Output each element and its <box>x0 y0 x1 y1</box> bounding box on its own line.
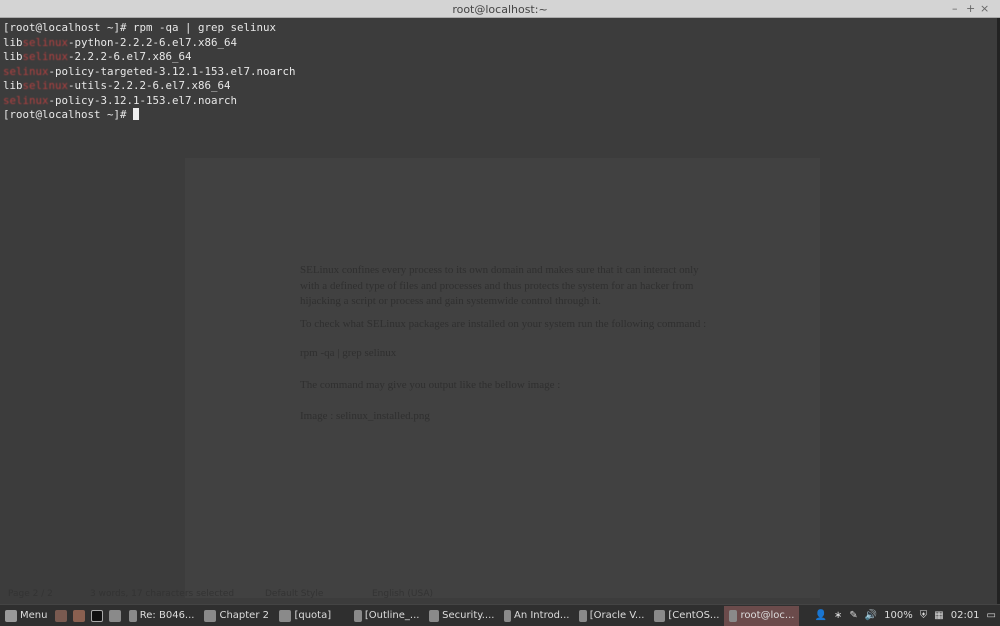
network-icon[interactable]: ▦ <box>934 610 943 621</box>
terminal-line: libselinux-utils-2.2.2-6.el7.x86_64 <box>3 79 296 94</box>
task-app-icon <box>429 609 440 622</box>
browser-launcher-icon[interactable] <box>73 609 86 622</box>
line-text: -policy-3.12.1-153.el7.noarch <box>48 93 238 107</box>
line-text: -policy-targeted-3.12.1-153.el7.noarch <box>48 64 296 78</box>
terminal-launcher-icon[interactable] <box>91 609 104 622</box>
task-app-icon <box>204 609 217 622</box>
show-desktop-icon[interactable] <box>55 609 68 622</box>
redacted-text: selinux <box>22 50 69 63</box>
line-text: -utils-2.2.2-6.el7.x86_64 <box>68 79 231 92</box>
taskbar-task[interactable]: [Oracle V... <box>574 606 649 626</box>
taskbar-task[interactable]: An Introd... <box>499 606 574 626</box>
task-app-icon <box>129 609 137 622</box>
taskbar-task[interactable]: Re: B046... <box>124 606 199 626</box>
terminal-prompt-line: [root@localhost ~]# <box>3 108 296 123</box>
doc-status-style: Default Style <box>265 589 324 599</box>
task-app-icon <box>504 609 511 622</box>
taskbar-task[interactable]: Security.... <box>424 606 499 626</box>
shield-icon[interactable]: ⛨ <box>920 610 928 621</box>
prompt: [root@localhost ~]# <box>3 108 134 121</box>
background-document-text: SELinux confines every process to its ow… <box>300 263 715 432</box>
system-tray: 👤 ∗ ✎ 🔊 100% ⛨ ▦ 02:01 ▭ <box>814 610 1000 621</box>
terminal-line: libselinux-2.2.2-6.el7.x86_64 <box>3 50 296 65</box>
window-title: root@localhost:~ <box>452 3 548 16</box>
task-app-icon <box>354 609 362 622</box>
line-text: -python-2.2.2-6.el7.x86_64 <box>68 35 238 49</box>
task-label: Chapter 2 <box>219 610 269 621</box>
doc-paragraph: The command may give you output like the… <box>300 378 561 391</box>
doc-paragraph: rpm -qa | grep selinux <box>300 347 397 359</box>
close-button[interactable]: × <box>980 2 989 15</box>
redacted-text: selinux <box>3 64 49 78</box>
minimize-button[interactable]: – <box>952 2 958 15</box>
menu-label: Menu <box>20 610 48 621</box>
maximize-button[interactable]: + <box>966 2 975 15</box>
doc-status-words: 3 words, 17 characters selected <box>90 589 235 599</box>
doc-paragraph: To check what SELinux packages are insta… <box>300 317 707 330</box>
redacted-text: selinux <box>3 93 49 107</box>
task-label: [quota] <box>294 610 332 621</box>
terminal-line: [root@localhost ~]# rpm -qa | grep selin… <box>3 21 296 36</box>
workspace-icon[interactable]: ▭ <box>987 610 996 621</box>
doc-status-page: Page 2 / 2 <box>8 589 53 599</box>
line-text: lib <box>3 35 23 49</box>
task-label: [CentOS... <box>668 610 720 621</box>
task-label: root@loc... <box>740 610 795 621</box>
line-text: [root@localhost ~]# rpm -qa | grep selin… <box>3 21 277 34</box>
pen-icon[interactable]: ✎ <box>849 610 857 621</box>
taskbar-task[interactable]: [quota] <box>274 606 349 626</box>
taskbar-task[interactable]: [CentOS... <box>649 606 724 626</box>
terminal-line: libselinux-python-2.2.2-6.el7.x86_64 <box>3 36 296 51</box>
user-icon[interactable]: 👤 <box>814 610 826 621</box>
taskbar-task[interactable]: root@loc... <box>724 605 800 626</box>
task-app-icon <box>579 609 587 622</box>
task-label: Re: B046... <box>139 610 195 621</box>
task-label: Security.... <box>442 610 495 621</box>
line-text: lib <box>3 79 23 92</box>
task-app-icon <box>279 609 292 622</box>
task-app-icon <box>729 609 738 622</box>
bluetooth-icon[interactable]: ∗ <box>834 610 842 621</box>
files-launcher-icon[interactable] <box>109 609 122 622</box>
doc-status-language: English (USA) <box>372 589 434 599</box>
volume-icon[interactable]: 🔊 <box>865 610 877 621</box>
task-label: [Outline_... <box>364 610 420 621</box>
clock[interactable]: 02:01 <box>951 610 980 621</box>
menu-button[interactable]: Menu <box>0 606 52 626</box>
text-cursor <box>133 108 140 120</box>
battery-indicator[interactable]: 100% <box>884 610 913 621</box>
terminal-line: selinux-policy-targeted-3.12.1-153.el7.n… <box>3 65 296 80</box>
redacted-text: selinux <box>22 79 69 92</box>
task-label: [Oracle V... <box>589 610 645 621</box>
task-label: An Introd... <box>514 610 570 621</box>
line-text: -2.2.2-6.el7.x86_64 <box>68 50 192 63</box>
taskbar: Menu Re: B046... Chapter 2 [quota] [Outline… <box>0 604 1000 626</box>
taskbar-task[interactable]: Chapter 2 <box>199 606 274 626</box>
terminal-output: [root@localhost ~]# rpm -qa | grep selin… <box>3 21 296 123</box>
terminal-line: selinux-policy-3.12.1-153.el7.noarch <box>3 94 296 109</box>
taskbar-task[interactable]: [Outline_... <box>349 606 424 626</box>
line-text: lib <box>3 50 23 63</box>
doc-paragraph: Image : selinux_installed.png <box>300 410 430 422</box>
task-app-icon <box>654 609 666 622</box>
mint-logo-icon <box>5 609 17 622</box>
window-titlebar[interactable]: root@localhost:~ – + × <box>0 0 1000 18</box>
background-document-statusbar: Page 2 / 2 3 words, 17 characters select… <box>0 586 1000 602</box>
redacted-text: selinux <box>22 35 69 49</box>
doc-paragraph: SELinux confines every process to its ow… <box>300 264 699 307</box>
